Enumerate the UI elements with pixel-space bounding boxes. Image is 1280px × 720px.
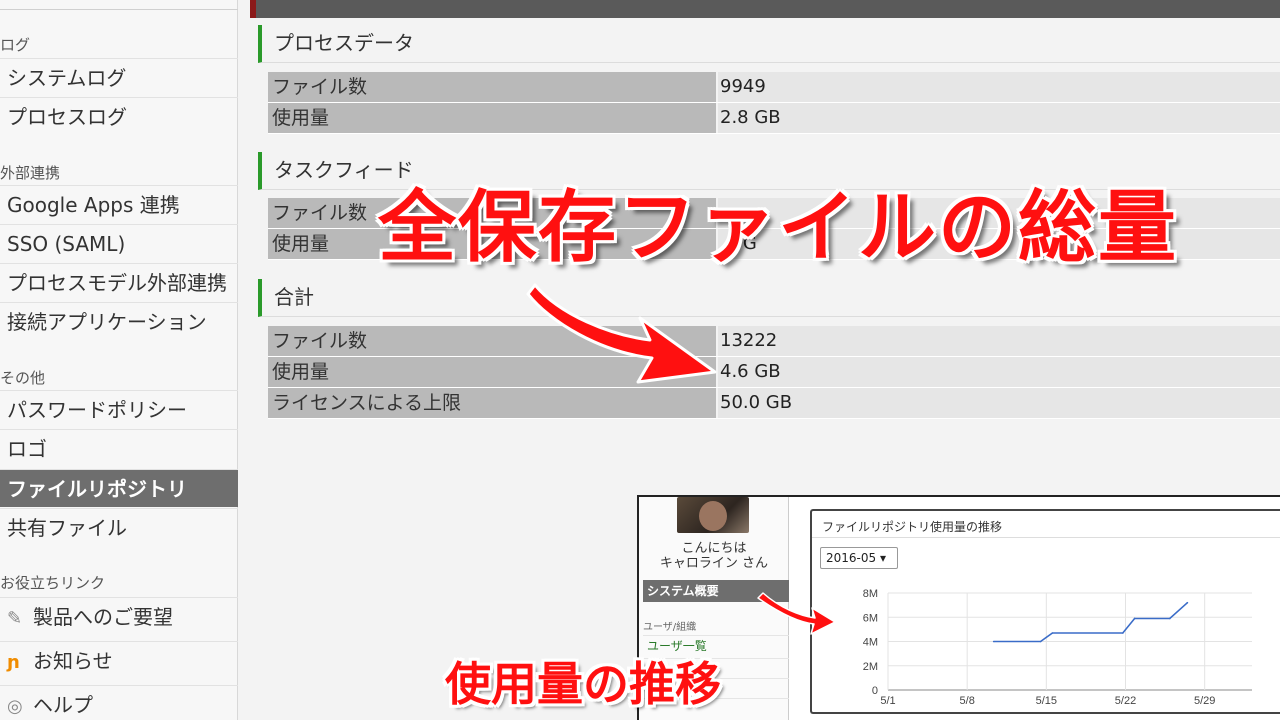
headline-overlay: 全保存ファイルの総量 (378, 183, 1179, 273)
arrow-to-chart (757, 592, 836, 635)
annotation-arrows (526, 283, 836, 635)
subline-overlay: 使用量の推移 (445, 657, 721, 711)
screen: ログ システムログ プロセスログ 外部連携 Google Apps 連携 SSO… (0, 0, 1280, 720)
arrow-to-total (526, 283, 717, 384)
